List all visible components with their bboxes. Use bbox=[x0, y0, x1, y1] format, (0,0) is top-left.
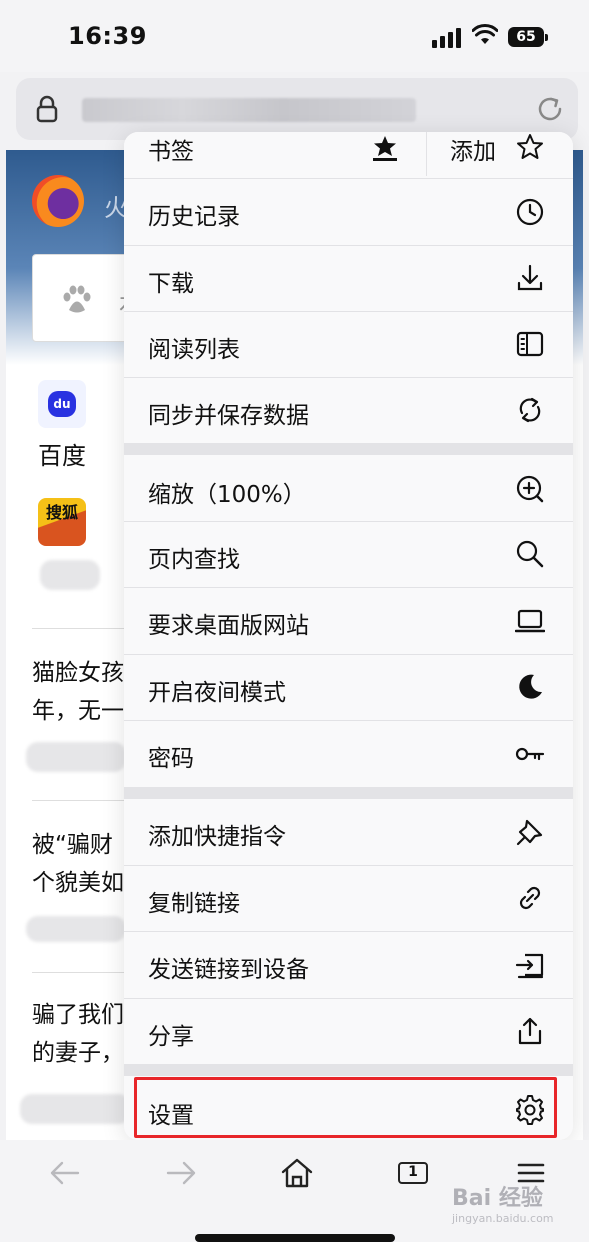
sohu-icon: 搜狐 bbox=[38, 498, 86, 546]
key-icon bbox=[515, 739, 545, 769]
signal-icon bbox=[432, 28, 462, 48]
laptop-icon bbox=[514, 606, 546, 636]
menu-item-label: 密码 bbox=[148, 746, 194, 772]
menu-item-add-shortcut[interactable]: 添加快捷指令 bbox=[124, 799, 573, 865]
menu-item-label: 阅读列表 bbox=[148, 337, 240, 363]
news-title-line: 个貌美如 bbox=[32, 870, 124, 896]
menu-item-passwords[interactable]: 密码 bbox=[124, 721, 573, 787]
menu-item-label: 发送链接到设备 bbox=[148, 957, 309, 983]
menu-item-label: 页内查找 bbox=[148, 547, 240, 573]
news-title-line: 年，无一 bbox=[32, 698, 124, 724]
zoom-in-icon bbox=[515, 474, 545, 504]
menu-group-gap bbox=[124, 443, 573, 455]
site-label: 百度 bbox=[38, 442, 86, 470]
menu-item-desktop-site[interactable]: 要求桌面版网站 bbox=[124, 588, 573, 654]
menu-item-find-in-page[interactable]: 页内查找 bbox=[124, 522, 573, 587]
status-time: 16:39 bbox=[68, 22, 147, 50]
site-shortcut-baidu[interactable]: du 百度 bbox=[38, 380, 98, 471]
blurred-label bbox=[40, 560, 100, 590]
blurred-source bbox=[26, 916, 126, 942]
news-item-2[interactable]: 被“骗财 个貌美如 bbox=[32, 826, 124, 902]
news-title-line: 的妻子， bbox=[32, 1040, 124, 1066]
menu-item-night-mode[interactable]: 开启夜间模式 bbox=[124, 655, 573, 720]
watermark-url: jingyan.baidu.com bbox=[452, 1212, 554, 1225]
pin-icon bbox=[515, 817, 545, 847]
moon-icon bbox=[515, 672, 545, 702]
sync-icon bbox=[515, 395, 545, 425]
menu-item-label: 历史记录 bbox=[148, 204, 240, 230]
menu-item-label: 书签 bbox=[148, 139, 194, 165]
news-title-line: 骗了我们 bbox=[32, 1002, 124, 1028]
news-item-1[interactable]: 猫脸女孩 年，无一 bbox=[32, 654, 124, 730]
menu-item-copy-link[interactable]: 复制链接 bbox=[124, 866, 573, 931]
clock-icon bbox=[515, 197, 545, 227]
menu-item-label: 缩放（100%） bbox=[148, 482, 306, 508]
menu-item-history[interactable]: 历史记录 bbox=[124, 179, 573, 245]
news-title-line: 猫脸女孩 bbox=[32, 660, 124, 686]
menu-item-sync[interactable]: 同步并保存数据 bbox=[124, 378, 573, 443]
menu-group-gap bbox=[124, 1064, 573, 1076]
news-item-3[interactable]: 骗了我们 的妻子， bbox=[32, 996, 124, 1072]
blurred-source bbox=[20, 1094, 130, 1124]
bookmark-star-icon bbox=[370, 134, 400, 164]
home-indicator bbox=[195, 1234, 395, 1242]
link-icon bbox=[515, 883, 545, 913]
menu-item-label: 同步并保存数据 bbox=[148, 403, 309, 429]
news-title-line: 被“骗财 bbox=[32, 832, 113, 858]
menu-item-label: 要求桌面版网站 bbox=[148, 613, 309, 639]
battery-indicator: 65 bbox=[508, 27, 548, 47]
menu-item-share[interactable]: 分享 bbox=[124, 999, 573, 1064]
menu-item-bookmarks[interactable]: 书签 添加 bbox=[124, 132, 573, 176]
baidu-icon: du bbox=[38, 380, 86, 428]
baidu-paw-icon bbox=[61, 285, 93, 315]
browser-menu: 书签 添加 历史记录 下载 阅读列表 同步并保存数据 缩放（100%） 页内查找… bbox=[124, 132, 573, 1140]
menu-item-downloads[interactable]: 下载 bbox=[124, 246, 573, 311]
menu-item-send-link[interactable]: 发送链接到设备 bbox=[124, 932, 573, 998]
url-text-blurred[interactable] bbox=[82, 98, 416, 122]
add-bookmark-label[interactable]: 添加 bbox=[450, 132, 496, 166]
menu-item-reading-list[interactable]: 阅读列表 bbox=[124, 312, 573, 377]
url-bar[interactable] bbox=[16, 78, 578, 140]
menu-item-label: 设置 bbox=[148, 1103, 194, 1129]
firefox-logo-icon bbox=[32, 175, 84, 227]
forward-arrow-icon[interactable] bbox=[164, 1156, 198, 1190]
share-icon bbox=[515, 1016, 545, 1046]
lock-icon bbox=[36, 95, 58, 123]
site-shortcut-sohu[interactable]: 搜狐 bbox=[38, 498, 98, 546]
bookmark-divider bbox=[426, 132, 427, 176]
reload-icon[interactable] bbox=[535, 94, 565, 124]
menu-item-label: 添加快捷指令 bbox=[148, 824, 286, 850]
menu-item-settings[interactable]: 设置 bbox=[124, 1076, 573, 1140]
download-icon bbox=[515, 263, 545, 293]
menu-item-label: 开启夜间模式 bbox=[148, 680, 286, 706]
watermark: Bai 经验 bbox=[452, 1186, 543, 1211]
send-to-device-icon bbox=[515, 950, 545, 980]
wifi-icon bbox=[471, 24, 499, 46]
menu-item-label: 分享 bbox=[148, 1024, 194, 1050]
menu-group-gap bbox=[124, 787, 573, 799]
tabs-icon[interactable]: 1 bbox=[398, 1162, 428, 1184]
search-icon bbox=[515, 539, 545, 569]
blurred-source bbox=[26, 742, 126, 772]
menu-item-label: 下载 bbox=[148, 271, 194, 297]
menu-item-zoom[interactable]: 缩放（100%） bbox=[124, 455, 573, 521]
status-bar: 16:39 65 bbox=[0, 0, 589, 72]
reading-list-icon bbox=[515, 329, 545, 359]
back-arrow-icon[interactable] bbox=[48, 1156, 82, 1190]
home-icon[interactable] bbox=[280, 1156, 314, 1190]
star-icon[interactable] bbox=[515, 132, 545, 162]
menu-item-label: 复制链接 bbox=[148, 891, 240, 917]
gear-icon bbox=[515, 1095, 545, 1125]
